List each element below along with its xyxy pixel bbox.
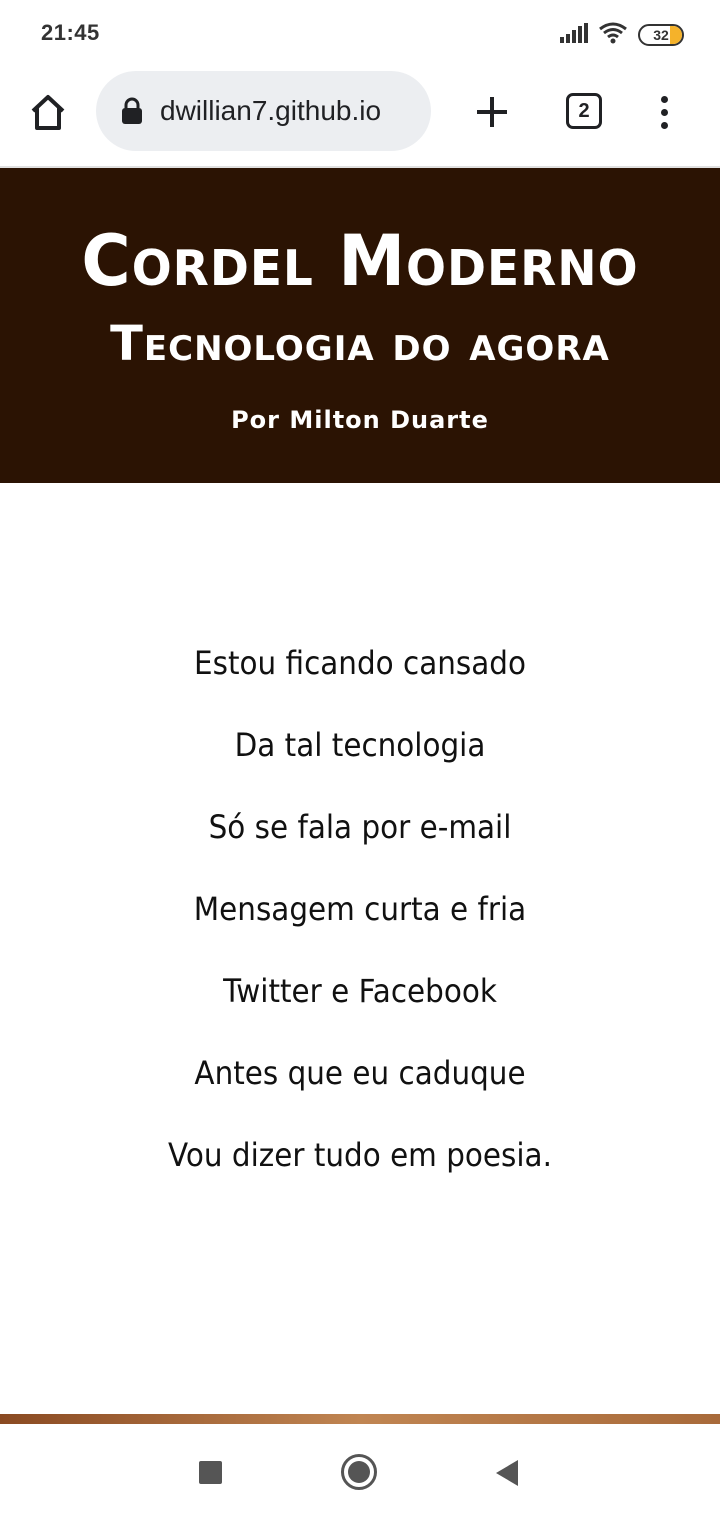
status-time: 21:45 — [41, 20, 100, 45]
back-icon[interactable] — [494, 1458, 520, 1488]
lock-icon — [122, 97, 142, 124]
poem-line: Vou dizer tudo em poesia. — [168, 1136, 552, 1174]
poem-line: Estou ficando cansado — [194, 644, 526, 682]
poem-line: Da tal tecnologia — [234, 726, 486, 764]
poem: Estou ficando cansado Da tal tecnologia … — [0, 636, 720, 1210]
home-button[interactable] — [24, 88, 72, 136]
poem-line: Antes que eu caduque — [194, 1054, 526, 1092]
battery-icon: 32 — [638, 24, 684, 46]
recents-icon[interactable] — [199, 1461, 222, 1484]
signal-icon — [560, 23, 588, 47]
system-nav-bar — [0, 1424, 720, 1520]
author-line: Por Milton Duarte — [231, 406, 489, 434]
page-title: Cordel Moderno — [81, 220, 639, 302]
battery-level: 32 — [653, 27, 669, 43]
status-bar: 21:45 32 — [0, 0, 720, 70]
tab-count: 2 — [578, 99, 590, 122]
home-icon — [31, 95, 65, 130]
menu-icon — [660, 95, 668, 103]
new-tab-button[interactable] — [470, 90, 514, 134]
address-bar[interactable]: dwillian7.github.io — [96, 71, 431, 151]
menu-button[interactable] — [646, 90, 682, 134]
poem-line: Mensagem curta e fria — [193, 890, 527, 928]
poem-line: Twitter e Facebook — [223, 972, 497, 1010]
browser-toolbar: dwillian7.github.io 2 — [0, 70, 720, 168]
wifi-icon — [598, 22, 628, 48]
status-icons: 32 — [560, 22, 684, 48]
footer-strip — [0, 1414, 720, 1424]
new-tab-icon — [477, 97, 507, 127]
tabs-button[interactable]: 2 — [566, 93, 602, 129]
page-subtitle: Tecnologia do agora — [110, 316, 610, 372]
page-header: Cordel Moderno Tecnologia do agora Por M… — [0, 168, 720, 483]
poem-line: Só se fala por e-mail — [208, 808, 512, 846]
url-text: dwillian7.github.io — [160, 95, 382, 126]
home-circle-icon[interactable] — [341, 1454, 377, 1490]
